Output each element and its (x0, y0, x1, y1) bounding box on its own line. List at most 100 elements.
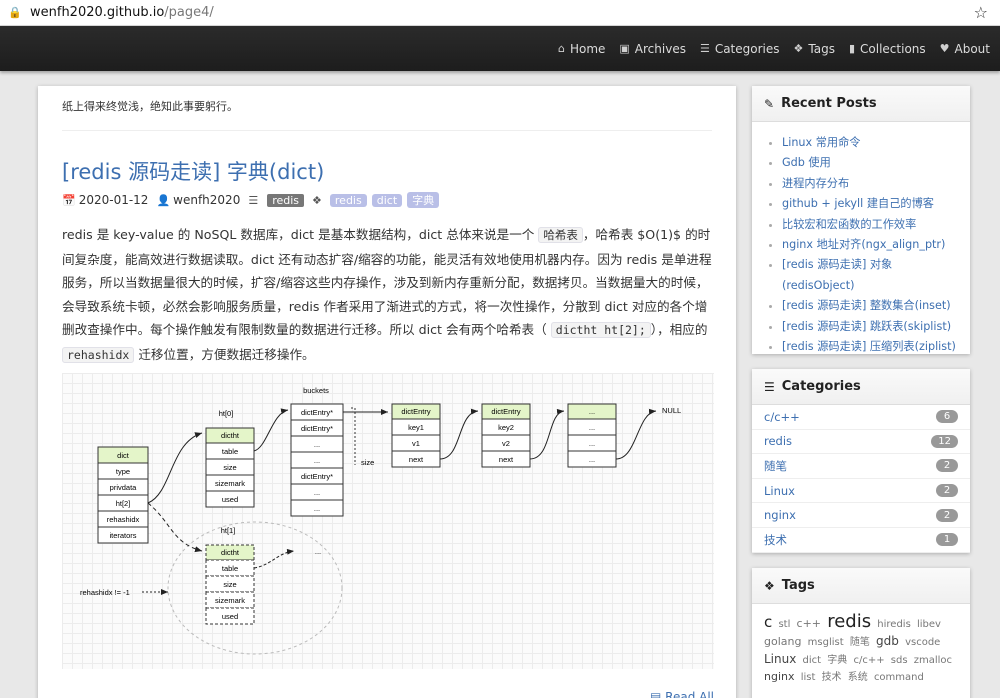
tag-link[interactable]: zmalloc (914, 655, 952, 666)
ht0-label: ht[0] (219, 409, 234, 418)
entry-field: ... (589, 439, 595, 448)
nav-categories[interactable]: ☰ Categories (700, 42, 780, 56)
site-motto: 纸上得来终觉浅，绝知此事要躬行。 (62, 100, 238, 113)
category-name: 随笔 (764, 458, 787, 473)
post-tag[interactable]: dict (371, 193, 403, 207)
nav-collections[interactable]: ▮ Collections (849, 42, 926, 56)
recent-post-link[interactable]: 比较宏和宏函数的工作效率 (782, 218, 916, 231)
list-item[interactable]: [redis 源码走读] 跳跃表(skiplist) (782, 317, 958, 337)
dictht-title: dictht (221, 548, 240, 557)
address-bar[interactable]: 🔒 wenfh2020.github.io/page4/ ☆ (0, 0, 1000, 26)
list-item[interactable]: 比较宏和宏函数的工作效率 (782, 215, 958, 235)
tag-link[interactable]: hiredis (877, 619, 911, 630)
dict-field: privdata (110, 483, 138, 492)
recent-post-link[interactable]: github + jekyll 建自己的博客 (782, 197, 934, 210)
entry-field: v1 (412, 439, 420, 448)
tag-link[interactable]: vscode (905, 637, 940, 648)
book-icon: ▤ (649, 690, 662, 698)
dict-structure-diagram: dict type privdata ht[2] rehashidx itera… (62, 373, 714, 669)
list-item[interactable]: [redis 源码走读] 压缩列表(ziplist) (782, 337, 958, 357)
tag-link[interactable]: command (874, 672, 924, 683)
tag-link[interactable]: sds (891, 655, 908, 666)
list-icon: ☰ (764, 379, 775, 394)
tag-link[interactable]: c++ (797, 617, 821, 630)
bucket-cell: ... (314, 456, 320, 465)
tag-link[interactable]: 随笔 (850, 637, 870, 648)
tag-link[interactable]: 系统 (848, 672, 868, 683)
widget-header: ❖ Tags (752, 568, 970, 604)
list-item[interactable]: Gdb 使用 (782, 153, 958, 173)
category-name: c/c++ (764, 409, 800, 424)
recent-post-link[interactable]: Linux 常用命令 (782, 136, 860, 149)
tag-link[interactable]: 字典 (827, 655, 847, 666)
nav-about[interactable]: ♥ About (940, 42, 990, 56)
category-list-icon: ☰ (248, 193, 259, 207)
recent-post-link[interactable]: Gdb 使用 (782, 156, 831, 169)
entry-field: next (499, 455, 514, 464)
category-name: nginx (764, 508, 796, 523)
post-tag[interactable]: 字典 (407, 192, 440, 208)
tag-link[interactable]: golang (764, 635, 801, 648)
post-tag[interactable]: redis (329, 193, 367, 207)
categories-widget: ☰ Categories c/c++ 6 redis 12 随笔 2 Linux 2 n… (752, 369, 970, 553)
tag-link[interactable]: msglist (808, 637, 844, 648)
tag-link[interactable]: dict (803, 655, 822, 666)
dictht-field: used (222, 612, 238, 621)
category-row[interactable]: c/c++ 6 (752, 405, 970, 430)
recent-post-link[interactable]: [redis 源码走读] 压缩列表(ziplist) (782, 340, 956, 353)
nav-tags[interactable]: ❖ Tags (794, 42, 835, 56)
tags-icon: ❖ (764, 578, 775, 593)
tag-link[interactable]: 技术 (822, 672, 842, 683)
tags-icon: ❖ (312, 193, 322, 207)
recent-post-link[interactable]: [redis 源码走读] 对象(redisObject) (782, 258, 892, 291)
nav-links: ⌂ Home ▣ Archives ☰ Categories ❖ Tags ▮ … (544, 26, 990, 71)
list-item[interactable]: github + jekyll 建自己的博客 (782, 194, 958, 214)
category-row[interactable]: Linux 2 (752, 479, 970, 504)
nav-archives[interactable]: ▣ Archives (619, 42, 686, 56)
heart-icon: ♥ (939, 42, 950, 55)
dict-field: rehashidx (107, 515, 140, 524)
tag-link[interactable]: libev (917, 619, 941, 630)
calendar-icon: 📅 (62, 193, 76, 207)
tag-link[interactable]: nginx (764, 670, 795, 683)
recent-post-link[interactable]: [redis 源码走读] 整数集合(inset) (782, 299, 951, 312)
entry-title: ... (589, 407, 595, 416)
count-badge: 1 (936, 533, 958, 547)
nav-home-label: Home (569, 41, 606, 56)
list-item[interactable]: 进程内存分布 (782, 174, 958, 194)
read-all-link[interactable]: ▤ Read All (650, 690, 714, 698)
list-item[interactable]: [redis 源码走读] 整数集合(inset) (782, 296, 958, 316)
entry-field: ... (589, 455, 595, 464)
bookmark-star-icon[interactable]: ☆ (974, 3, 988, 22)
nav-home[interactable]: ⌂ Home (558, 42, 605, 56)
list-item[interactable]: [redis 源码走读] 对象(redisObject) (782, 255, 958, 296)
category-name: Linux (764, 483, 795, 498)
lock-icon: 🔒 (8, 6, 22, 19)
list-item[interactable]: nginx 地址对齐(ngx_align_ptr) (782, 235, 958, 255)
post-title[interactable]: [redis 源码走读] 字典(dict) (62, 156, 324, 186)
tag-link[interactable]: list (801, 672, 816, 683)
dict-entry-1: dictEntry key1 v1 next (391, 403, 441, 468)
category-row[interactable]: nginx 2 (752, 503, 970, 528)
recent-post-link[interactable]: nginx 地址对齐(ngx_align_ptr) (782, 238, 945, 251)
tag-link[interactable]: gdb (876, 634, 899, 648)
ht0-box: dictht table size sizemark used (205, 427, 255, 508)
category-row[interactable]: redis 12 (752, 430, 970, 455)
post-date: 2020-01-12 (78, 193, 149, 207)
tag-link[interactable]: c/c++ (853, 655, 884, 666)
list-item[interactable]: Linux 常用命令 (782, 133, 958, 153)
category-row[interactable]: 技术 1 (752, 528, 970, 553)
tag-link[interactable]: stl (778, 619, 790, 630)
tag-link[interactable]: redis (827, 611, 871, 632)
widget-header: ☰ Categories (752, 369, 970, 405)
post-category[interactable]: redis (267, 193, 305, 207)
recent-post-link[interactable]: [redis 源码走读] 跳跃表(skiplist) (782, 320, 951, 333)
tag-link[interactable]: Linux (764, 652, 796, 666)
bucket-cell: ... (314, 504, 320, 513)
tag-link[interactable]: c (764, 613, 772, 631)
size-label: size (361, 458, 374, 467)
recent-post-link[interactable]: 进程内存分布 (782, 177, 849, 190)
category-row[interactable]: 随笔 2 (752, 454, 970, 479)
post-author[interactable]: wenfh2020 (173, 193, 240, 207)
nav-collections-label: Collections (860, 41, 926, 56)
